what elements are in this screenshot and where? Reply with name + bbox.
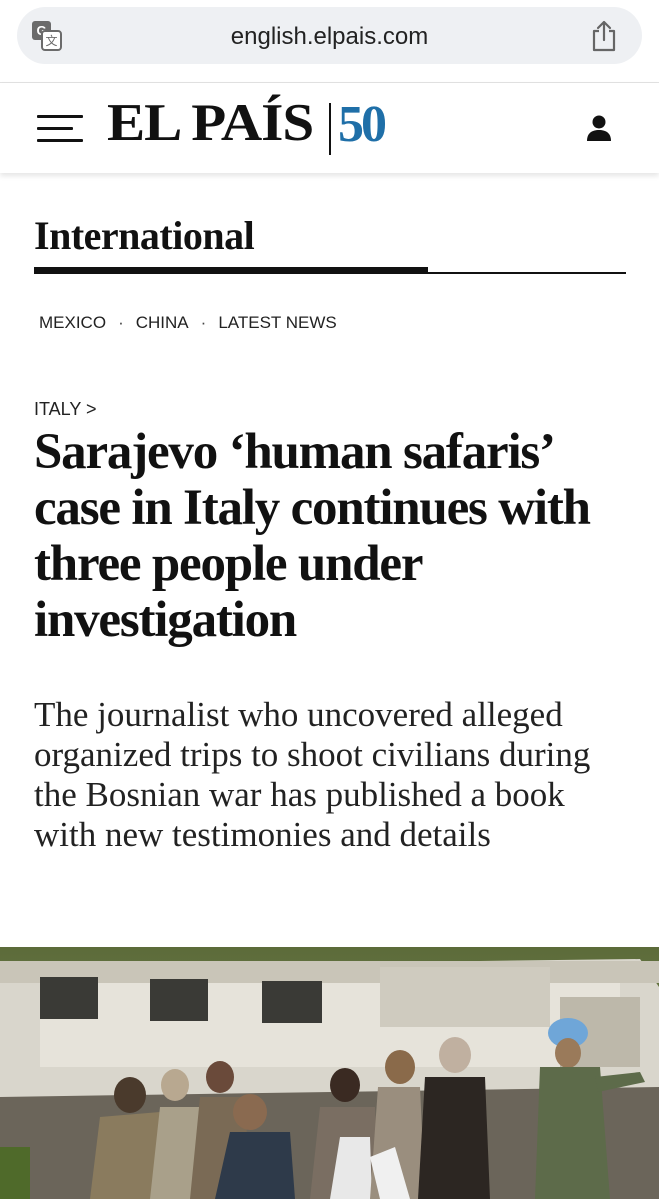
subnav-separator: · — [118, 313, 124, 332]
site-logo[interactable]: EL PAÍS — [107, 97, 314, 150]
article-headline: Sarajevo ‘human safaris’ case in Italy c… — [34, 424, 591, 648]
user-icon[interactable] — [586, 114, 612, 142]
subnav-item-mexico[interactable]: MEXICO — [39, 313, 106, 333]
url-text[interactable]: english.elpais.com — [17, 23, 642, 51]
article-subheadline: The journalist who uncovered alleged org… — [34, 695, 591, 854]
subnav-item-latest-news[interactable]: LATEST NEWS — [218, 313, 336, 333]
browser-toolbar: G 文 english.elpais.com — [0, 0, 659, 83]
section-rule-thick — [34, 267, 428, 273]
section-title[interactable]: International — [34, 212, 255, 259]
hamburger-menu-icon[interactable] — [37, 115, 83, 143]
section-subnav: MEXICO · CHINA · LATEST NEWS — [39, 313, 337, 333]
site-header: EL PAÍS 50 — [0, 83, 659, 173]
subnav-separator: · — [200, 313, 207, 332]
share-icon[interactable] — [588, 19, 620, 53]
photo-illustration — [0, 947, 659, 1199]
article-kicker[interactable]: ITALY > — [34, 399, 97, 420]
subnav-item-china[interactable]: CHINA — [136, 313, 189, 333]
address-bar[interactable]: G 文 english.elpais.com — [17, 7, 642, 64]
article-lead-photo[interactable] — [0, 947, 659, 1199]
logo-divider — [329, 103, 331, 155]
anniversary-logo[interactable]: 50 — [338, 99, 387, 151]
